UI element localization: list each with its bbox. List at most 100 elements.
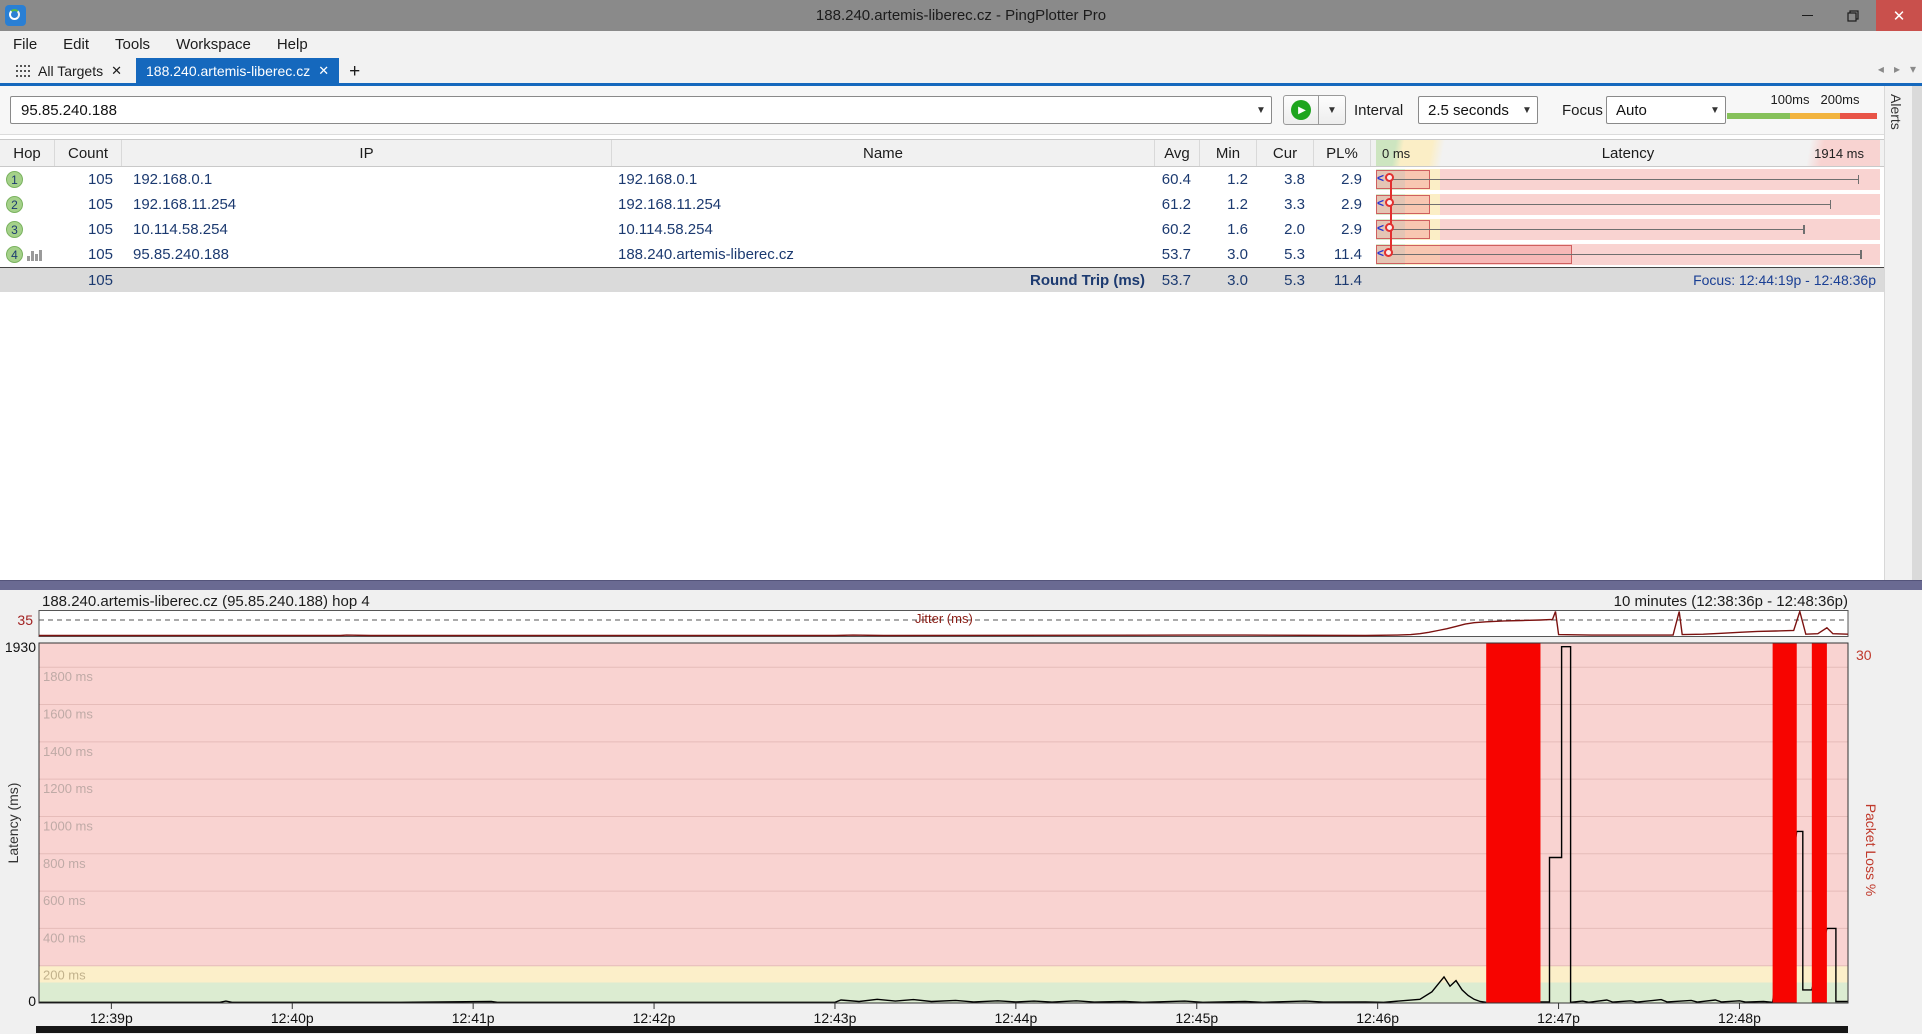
target-combobox[interactable]: ▼: [10, 96, 1272, 124]
combobox-dropdown-icon[interactable]: ▼: [1251, 105, 1271, 116]
hop-min: 1.2: [1200, 171, 1257, 188]
gridline-label: 800 ms: [43, 856, 86, 871]
hop-avg: 61.2: [1155, 196, 1200, 213]
col-header-count[interactable]: Count: [55, 140, 122, 166]
hop-count: 105: [55, 246, 122, 263]
restore-button[interactable]: [1830, 0, 1876, 31]
summary-pl: 11.4: [1314, 272, 1371, 289]
target-input[interactable]: [11, 102, 1251, 119]
hop-name: 192.168.11.254: [612, 196, 1155, 213]
menu-item-workspace[interactable]: Workspace: [163, 31, 264, 58]
hop-count: 105: [55, 171, 122, 188]
latency-header-title: Latency: [1602, 145, 1655, 162]
new-tab-button[interactable]: +: [339, 60, 370, 83]
menu-item-tools[interactable]: Tools: [102, 31, 163, 58]
focus-label: Focus: [1562, 86, 1603, 135]
band-yellow: [39, 966, 1848, 983]
latency-axis-label: Latency (ms): [5, 783, 21, 864]
panel-splitter[interactable]: [0, 580, 1922, 590]
tab-list-dropdown-icon[interactable]: ▾: [1910, 62, 1916, 76]
hop-avg: 60.2: [1155, 221, 1200, 238]
x-tick-label: 12:45p: [1175, 1010, 1218, 1026]
packet-loss-bar: [1486, 643, 1540, 1003]
select-dropdown-icon: ▼: [1705, 105, 1725, 116]
hop-ip: 95.85.240.188: [122, 246, 612, 263]
vertical-scrollbar[interactable]: [1912, 86, 1922, 580]
hop-min: 3.0: [1200, 246, 1257, 263]
tab-scroll-controls[interactable]: ◂ ▸ ▾: [1878, 62, 1916, 76]
interval-select[interactable]: 2.5 seconds ▼: [1418, 96, 1538, 124]
menu-item-edit[interactable]: Edit: [50, 31, 102, 58]
tab-close-icon[interactable]: ✕: [111, 63, 122, 79]
table-row-hop-2[interactable]: 2105192.168.11.254192.168.11.25461.21.23…: [0, 192, 1884, 217]
target-list-icon: [16, 65, 30, 77]
gridline-label: 400 ms: [43, 930, 86, 945]
band-green: [39, 982, 1848, 1003]
gridline-label: 200 ms: [43, 968, 86, 983]
col-header-avg[interactable]: Avg: [1155, 140, 1200, 166]
x-tick-label: 12:40p: [271, 1010, 314, 1026]
x-tick-label: 12:43p: [814, 1010, 857, 1026]
menu-item-help[interactable]: Help: [264, 31, 321, 58]
timeline-graph[interactable]: 35 Jitter (ms) 1800 ms1600 ms1400 ms1200…: [0, 610, 1922, 1034]
alerts-tab[interactable]: Alerts: [1888, 94, 1904, 130]
tab-all-targets[interactable]: All Targets ✕: [6, 58, 132, 83]
hop-latency-graph-cell[interactable]: <: [1376, 192, 1880, 217]
latency-min-arrow-icon: <: [1377, 221, 1384, 235]
hop-ip: 192.168.11.254: [122, 196, 612, 213]
window-title: 188.240.artemis-liberec.cz - PingPlotter…: [0, 7, 1922, 24]
start-trace-button[interactable]: ▶: [1283, 95, 1319, 125]
table-row-hop-3[interactable]: 310510.114.58.25410.114.58.25460.21.62.0…: [0, 217, 1884, 242]
tab-scroll-right-icon[interactable]: ▸: [1894, 62, 1900, 76]
col-header-name[interactable]: Name: [612, 140, 1155, 166]
x-tick-label: 12:47p: [1537, 1010, 1580, 1026]
col-header-cur[interactable]: Cur: [1257, 140, 1314, 166]
minimize-button[interactable]: [1784, 0, 1830, 31]
round-trip-label: Round Trip (ms): [612, 272, 1155, 289]
col-header-min[interactable]: Min: [1200, 140, 1257, 166]
summary-cur: 5.3: [1257, 272, 1314, 289]
hop-count: 105: [55, 221, 122, 238]
table-row-hop-4[interactable]: 410595.85.240.188188.240.artemis-liberec…: [0, 242, 1884, 267]
timeline-scrollbar[interactable]: [36, 1026, 1848, 1033]
latency-max-tick: [1830, 200, 1832, 209]
col-header-ip[interactable]: IP: [122, 140, 612, 166]
focus-select[interactable]: Auto ▼: [1606, 96, 1726, 124]
tab-label: All Targets: [38, 63, 103, 79]
hop-latency-graph-cell[interactable]: <: [1376, 217, 1880, 242]
latency-max-tick: [1803, 225, 1805, 234]
tab-label: 188.240.artemis-liberec.cz: [146, 63, 310, 79]
hop-cur: 3.3: [1257, 196, 1314, 213]
packet-loss-bar: [1812, 643, 1827, 1003]
round-trip-row[interactable]: 105 Round Trip (ms) 53.7 3.0 5.3 11.4 Fo…: [0, 267, 1884, 292]
title-bar: 188.240.artemis-liberec.cz - PingPlotter…: [0, 0, 1922, 31]
hop-name: 192.168.0.1: [612, 171, 1155, 188]
tab-scroll-left-icon[interactable]: ◂: [1878, 62, 1884, 76]
tab-close-icon[interactable]: ✕: [318, 63, 329, 79]
restore-icon: [1847, 10, 1859, 22]
tab-active-target[interactable]: 188.240.artemis-liberec.cz ✕: [136, 58, 339, 83]
table-header-row: Hop Count IP Name Avg Min Cur PL% 0 ms L…: [0, 139, 1884, 167]
focus-range-text: Focus: 12:44:19p - 12:48:36p: [1376, 272, 1880, 288]
close-button[interactable]: ✕: [1876, 0, 1922, 31]
alerts-rail: Alerts: [1884, 86, 1922, 580]
col-header-pl[interactable]: PL%: [1314, 140, 1371, 166]
hop-min: 1.6: [1200, 221, 1257, 238]
menu-bar: FileEditToolsWorkspaceHelp: [0, 31, 1922, 58]
gridline-label: 600 ms: [43, 893, 86, 908]
toolbar: ▼ ▶ ▼ Interval 2.5 seconds ▼ Focus Auto …: [0, 86, 1922, 135]
latency-max-tick: [1858, 175, 1860, 184]
start-options-dropdown[interactable]: ▼: [1319, 95, 1346, 125]
jitter-axis-max: 35: [17, 612, 33, 628]
col-header-latency[interactable]: 0 ms Latency 1914 ms: [1376, 140, 1880, 166]
table-body: 1105192.168.0.1192.168.0.160.41.23.82.9<…: [0, 167, 1884, 267]
table-row-hop-1[interactable]: 1105192.168.0.1192.168.0.160.41.23.82.9<: [0, 167, 1884, 192]
latency-min-arrow-icon: <: [1377, 171, 1384, 185]
latency-min-arrow-icon: <: [1377, 246, 1384, 260]
hop-ip: 10.114.58.254: [122, 221, 612, 238]
menu-item-file[interactable]: File: [0, 31, 50, 58]
timeline-panel: 188.240.artemis-liberec.cz (95.85.240.18…: [0, 590, 1922, 1034]
hop-latency-graph-cell[interactable]: <: [1376, 167, 1880, 192]
hop-latency-graph-cell[interactable]: <: [1376, 242, 1880, 267]
col-header-hop[interactable]: Hop: [0, 140, 55, 166]
